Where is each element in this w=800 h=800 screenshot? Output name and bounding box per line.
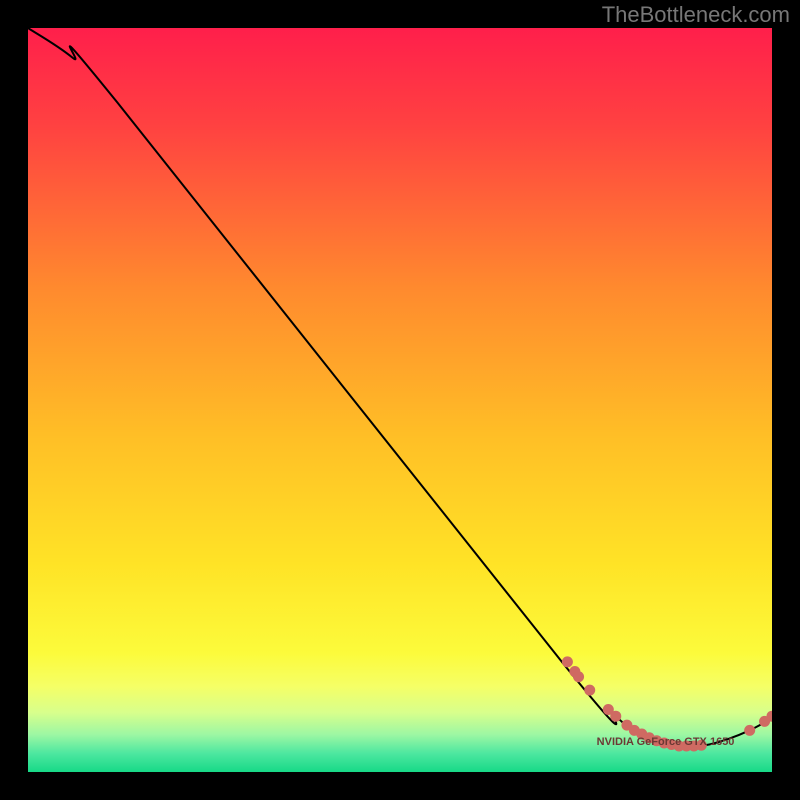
gradient-background (28, 28, 772, 772)
watermark-text: TheBottleneck.com (602, 2, 790, 28)
data-point (744, 725, 755, 736)
data-point (573, 671, 584, 682)
chart-container: TheBottleneck.com NVIDIA GeForce GTX 165… (0, 0, 800, 800)
series-annotation: NVIDIA GeForce GTX 1650 (597, 736, 735, 748)
plot-area: NVIDIA GeForce GTX 1650 (28, 28, 772, 772)
data-point (584, 685, 595, 696)
data-point (562, 656, 573, 667)
chart-svg: NVIDIA GeForce GTX 1650 (28, 28, 772, 772)
data-point (610, 711, 621, 722)
